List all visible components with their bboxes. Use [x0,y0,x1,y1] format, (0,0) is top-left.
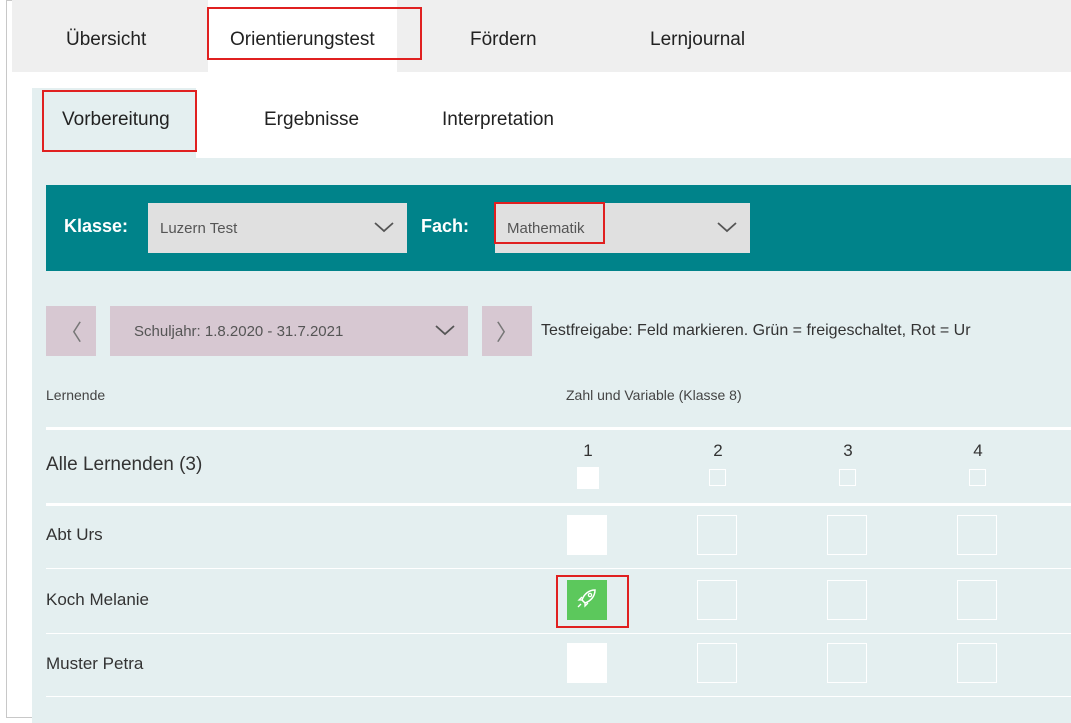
klasse-select[interactable]: Luzern Test [148,203,407,253]
chevron-right-icon: 〉 [495,320,518,345]
tab-lernjournal[interactable]: Lernjournal [628,0,767,72]
chevron-down-icon [434,323,456,341]
row-divider [46,503,1071,506]
tab-uebersicht[interactable]: Übersicht [44,0,168,72]
tab-interpretation[interactable]: Interpretation [426,88,570,158]
test-cell-abt-urs-4[interactable] [957,515,997,555]
klasse-value: Luzern Test [160,219,238,237]
column-1-select-all-checkbox[interactable] [577,467,599,489]
schuljahr-value: Schuljahr: 1.8.2020 - 31.7.2021 [134,322,344,340]
test-cell-muster-petra-2[interactable] [697,643,737,683]
fach-value: Mathematik [507,219,585,237]
test-cell-koch-melanie-3[interactable] [827,580,867,620]
tab-ergebnisse[interactable]: Ergebnisse [248,88,375,158]
alle-lernenden-label: Alle Lernenden (3) [46,454,203,475]
learner-name: Koch Melanie [46,590,150,609]
fach-label: Fach: [421,216,470,236]
test-cell-koch-melanie-2[interactable] [697,580,737,620]
header-divider [46,427,1071,430]
test-cell-muster-petra-1[interactable] [567,643,607,683]
test-cell-abt-urs-1[interactable] [567,515,607,555]
column-number: 2 [713,441,723,460]
learner-name: Abt Urs [46,525,103,544]
testfreigabe-hint: Testfreigabe: Feld markieren. Grün = fre… [541,322,971,339]
column-2-select-all-checkbox[interactable] [709,469,726,486]
rocket-icon [575,586,599,615]
test-cell-abt-urs-2[interactable] [697,515,737,555]
chevron-down-icon [716,220,738,238]
chevron-left-icon: 〈 [59,320,82,345]
klasse-label: Klasse: [64,216,129,236]
lernende-header: Lernende [46,387,106,403]
prev-year-button[interactable]: 〈 [46,306,96,356]
column-4-select-all-checkbox[interactable] [969,469,986,486]
row-divider [46,696,1071,697]
column-number: 4 [973,441,983,460]
schuljahr-select[interactable]: Schuljahr: 1.8.2020 - 31.7.2021 [110,306,468,356]
tab-foerdern[interactable]: Fördern [448,0,559,72]
next-year-button[interactable]: 〉 [482,306,532,356]
topic-header: Zahl und Variable (Klasse 8) [566,387,742,403]
column-number: 3 [843,441,853,460]
fach-select[interactable]: Mathematik [495,203,750,253]
column-number: 1 [583,441,593,460]
test-cell-muster-petra-3[interactable] [827,643,867,683]
row-divider [46,568,1071,569]
tab-orientierungstest[interactable]: Orientierungstest [208,0,397,72]
column-3-select-all-checkbox[interactable] [839,469,856,486]
row-divider [46,633,1071,634]
test-cell-koch-melanie-4[interactable] [957,580,997,620]
learner-name: Muster Petra [46,654,144,673]
chevron-down-icon [373,220,395,238]
test-cell-abt-urs-3[interactable] [827,515,867,555]
tab-vorbereitung[interactable]: Vorbereitung [32,88,196,158]
test-cell-koch-melanie-1[interactable] [567,580,607,620]
test-cell-muster-petra-4[interactable] [957,643,997,683]
